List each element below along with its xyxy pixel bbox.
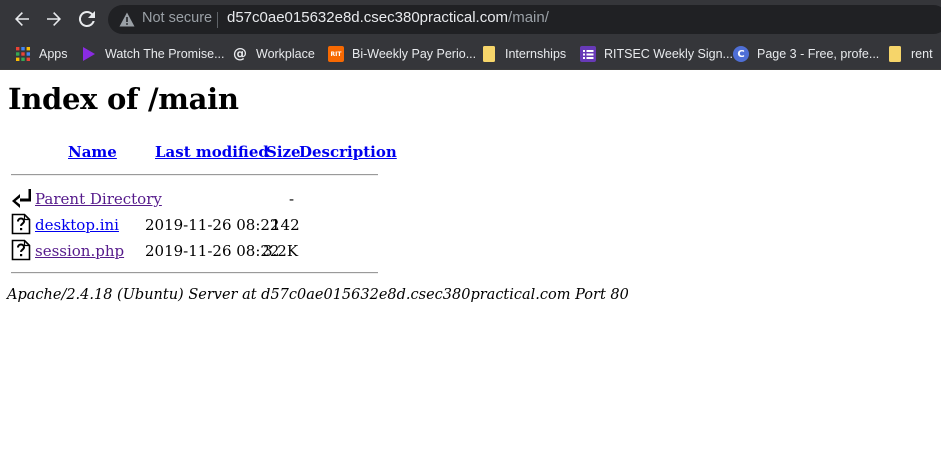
row-last-modified: 2019-11-26 08:22	[145, 216, 280, 234]
bookmark-label: rent	[911, 47, 933, 61]
table-footer-divider	[11, 272, 378, 274]
bookmarks-bar: Apps Watch The Promise... @ Workplace RI…	[0, 38, 941, 70]
bookmark-label: Workplace	[256, 47, 315, 61]
bookmark-bi-weekly-pay[interactable]: RIT Bi-Weekly Pay Perio...	[328, 44, 476, 64]
bookmark-watch-the-promise[interactable]: Watch The Promise...	[81, 44, 224, 64]
back-button[interactable]	[11, 8, 33, 30]
bookmark-rent[interactable]: rent	[887, 44, 933, 64]
page-title: Index of /main	[8, 82, 239, 116]
sort-by-last-modified-link[interactable]: Last modified	[155, 143, 269, 161]
folder-icon	[887, 46, 903, 62]
server-signature: Apache/2.4.18 (Ubuntu) Server at d57c0ae…	[7, 287, 629, 303]
security-status-label[interactable]: Not secure	[142, 10, 212, 26]
row-size: -	[289, 190, 295, 208]
bookmark-workplace[interactable]: @ Workplace	[232, 44, 315, 64]
address-bar[interactable]: Not secure d57c0ae015632e8d.csec380pract…	[108, 5, 941, 34]
url-text[interactable]: d57c0ae015632e8d.csec380practical.com/ma…	[227, 9, 549, 26]
bookmark-label: RITSEC Weekly Sign...	[604, 47, 733, 61]
unknown-file-icon[interactable]	[11, 239, 31, 261]
row-last-modified: 2019-11-26 08:22	[145, 242, 280, 260]
reload-icon	[78, 10, 95, 27]
warning-triangle-icon[interactable]	[119, 12, 135, 27]
bookmark-label: Bi-Weekly Pay Perio...	[352, 47, 477, 61]
c-circle-icon: C	[733, 46, 749, 62]
table-header-divider	[11, 174, 378, 176]
folder-icon	[481, 46, 497, 62]
forward-arrow-icon	[47, 12, 61, 26]
apps-grid-icon	[15, 46, 31, 62]
bookmark-label: Page 3 - Free, profe...	[757, 47, 880, 61]
row-size: 3.2K	[263, 242, 299, 260]
parent-directory-link[interactable]: Parent Directory	[35, 190, 162, 208]
sort-by-name-link[interactable]: Name	[68, 143, 117, 161]
workplace-at-icon: @	[233, 46, 247, 62]
sort-by-description-link[interactable]: Description	[299, 143, 397, 161]
rit-logo-badge-text: RIT	[330, 50, 342, 58]
c-circle-badge-text: C	[737, 48, 745, 60]
form-list-icon	[580, 46, 596, 62]
rit-logo-icon: RIT	[328, 46, 344, 62]
row-size: 142	[271, 216, 300, 234]
parent-directory-icon[interactable]	[11, 188, 31, 210]
reload-button[interactable]	[76, 8, 98, 30]
bookmark-apps[interactable]: Apps	[15, 44, 68, 64]
bookmark-internships[interactable]: Internships	[481, 44, 566, 64]
file-link-session-php[interactable]: session.php	[35, 242, 124, 260]
url-path: /main/	[508, 9, 549, 26]
forward-button[interactable]	[43, 8, 65, 30]
bookmark-label: Internships	[505, 47, 567, 61]
back-arrow-icon	[15, 12, 29, 26]
sort-by-size-link[interactable]: Size	[266, 143, 301, 161]
browser-toolbar: Not secure d57c0ae015632e8d.csec380pract…	[0, 0, 941, 38]
bookmark-label: Watch The Promise...	[105, 47, 225, 61]
bookmark-ritsec-weekly[interactable]: RITSEC Weekly Sign...	[580, 44, 733, 64]
file-link-desktop-ini[interactable]: desktop.ini	[35, 216, 119, 234]
play-triangle-icon	[81, 46, 97, 62]
unknown-file-icon[interactable]	[11, 213, 31, 235]
url-host: d57c0ae015632e8d.csec380practical.com	[227, 9, 509, 26]
address-divider	[217, 12, 218, 28]
bookmark-label: Apps	[39, 47, 68, 61]
bookmark-page-3[interactable]: C Page 3 - Free, profe...	[733, 44, 879, 64]
